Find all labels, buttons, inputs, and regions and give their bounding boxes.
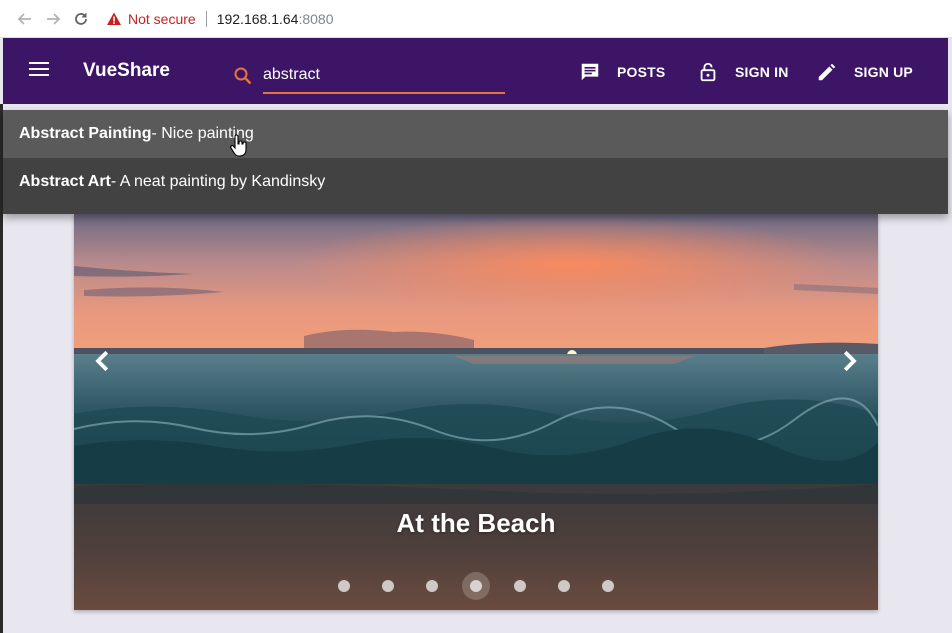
hand-cursor-icon — [230, 134, 247, 157]
search-suggestions: Abstract Painting - Nice painting Abstra… — [3, 110, 948, 214]
security-status[interactable]: Not secure — [128, 11, 196, 27]
app-brand[interactable]: VueShare — [83, 60, 170, 82]
chevron-right-icon[interactable] — [834, 346, 864, 376]
image-carousel: At the Beach — [74, 214, 878, 610]
sign-up-button[interactable]: SIGN UP — [816, 60, 913, 84]
search-icon — [234, 67, 252, 85]
comment-icon — [581, 63, 599, 81]
suggestion-item[interactable]: Abstract Art - A neat painting by Kandin… — [3, 158, 948, 206]
carousel-dot[interactable] — [498, 576, 542, 596]
arrow-right-icon — [47, 12, 61, 25]
suggestion-title: Abstract Painting — [19, 125, 152, 142]
reload-button[interactable] — [70, 8, 92, 30]
suggestion-description: - A neat painting by Kandinsky — [110, 173, 326, 190]
suggestion-item[interactable]: Abstract Painting - Nice painting — [3, 110, 948, 158]
reload-icon — [75, 12, 87, 25]
warning-icon — [107, 12, 121, 25]
arrow-left-icon — [17, 12, 31, 25]
url-host: 192.168.1.64 — [216, 10, 299, 27]
carousel-dot[interactable] — [542, 576, 586, 596]
back-button[interactable] — [14, 8, 36, 30]
carousel-indicators — [74, 572, 878, 600]
beach-sunset-image — [74, 214, 878, 610]
chevron-left-icon[interactable] — [88, 346, 118, 376]
carousel-dot[interactable] — [366, 576, 410, 596]
posts-label: POSTS — [617, 64, 666, 80]
url-port: :8080 — [298, 10, 334, 27]
forward-button[interactable] — [42, 8, 64, 30]
slide-caption: At the Beach — [396, 508, 556, 538]
pencil-icon — [818, 63, 836, 81]
lock-open-icon — [700, 62, 716, 82]
sign-in-label: SIGN IN — [735, 64, 789, 80]
browser-toolbar: Not secure 192.168.1.64:8080 — [0, 0, 952, 38]
carousel-dot[interactable] — [322, 576, 366, 596]
suggestion-title: Abstract Art — [19, 173, 111, 190]
carousel-dot[interactable] — [410, 576, 454, 596]
app-toolbar: VueShare POSTS SIGN IN SIGN UP — [3, 38, 948, 104]
url-divider — [205, 10, 207, 27]
sign-up-label: SIGN UP — [854, 64, 913, 80]
posts-button[interactable]: POSTS — [579, 60, 665, 84]
carousel-dot-active[interactable] — [454, 572, 498, 600]
search-input[interactable] — [263, 62, 505, 94]
carousel-dot[interactable] — [586, 576, 630, 596]
sign-in-button[interactable]: SIGN IN — [697, 60, 789, 84]
address-bar[interactable]: Not secure 192.168.1.64:8080 — [106, 5, 334, 33]
hamburger-menu-icon[interactable] — [29, 62, 49, 80]
